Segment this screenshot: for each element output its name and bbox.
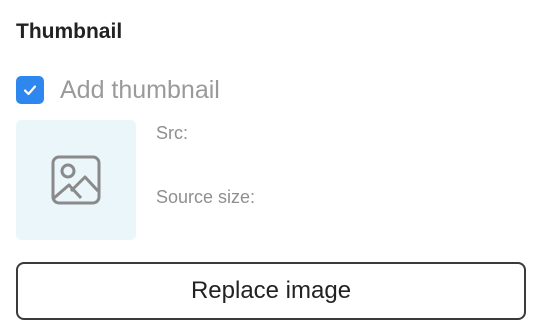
source-size-label: Source size: xyxy=(156,187,256,207)
replace-image-button[interactable]: Replace image xyxy=(16,262,526,320)
add-thumbnail-checkbox[interactable] xyxy=(16,76,44,104)
thumbnail-preview xyxy=(16,120,136,240)
section-title: Thumbnail xyxy=(16,20,123,43)
checkmark-icon xyxy=(23,85,37,96)
add-thumbnail-label: Add thumbnail xyxy=(60,76,220,104)
src-label: Src: xyxy=(156,123,189,143)
add-thumbnail-toggle[interactable]: Add thumbnail xyxy=(16,76,220,104)
image-placeholder-icon xyxy=(51,155,101,205)
